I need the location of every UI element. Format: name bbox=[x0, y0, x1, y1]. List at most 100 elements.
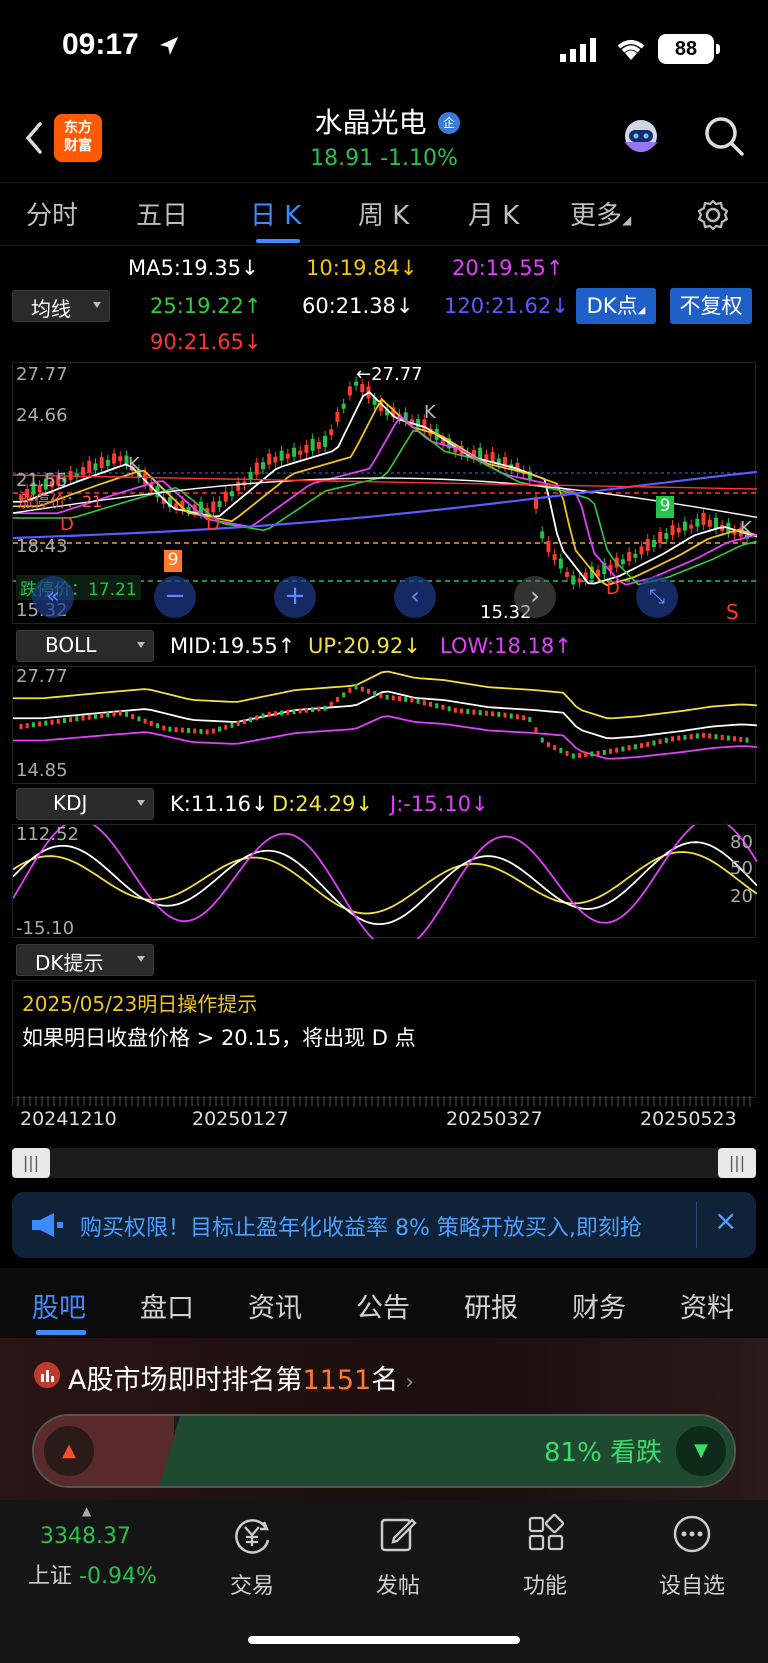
boll-candle bbox=[608, 748, 612, 754]
boll-candle bbox=[199, 728, 203, 734]
bearish-vote-icon[interactable]: ▼ bbox=[676, 1426, 726, 1476]
kline-candle-body bbox=[347, 386, 352, 396]
dk-point-label: DK点 bbox=[586, 294, 638, 318]
tab-more[interactable]: 更多◢ bbox=[570, 195, 631, 232]
range-handle-right[interactable]: ||| bbox=[718, 1148, 756, 1178]
tab-guba[interactable]: 股吧 bbox=[32, 1286, 86, 1325]
boll-candle bbox=[360, 686, 364, 692]
kdj-selector-dropdown[interactable]: KDJ bbox=[16, 788, 154, 820]
nav-trade[interactable]: 交易 bbox=[197, 1568, 307, 1600]
kline-candle-body bbox=[105, 459, 110, 466]
kline-candle-body bbox=[577, 578, 582, 583]
nav-post[interactable]: 发帖 bbox=[343, 1568, 453, 1600]
ma120-value: 120:21.62↓ bbox=[444, 294, 569, 318]
boll-candle bbox=[218, 726, 222, 732]
boll-chart-svg bbox=[13, 670, 758, 760]
search-icon[interactable] bbox=[702, 114, 746, 158]
no-adjust-button[interactable]: 不复权 bbox=[670, 288, 752, 324]
tab-research[interactable]: 研报 bbox=[464, 1286, 518, 1325]
kline-candle-body bbox=[645, 538, 650, 551]
caret-down-icon bbox=[137, 642, 145, 648]
boll-candle bbox=[100, 713, 104, 719]
kline-candle-body bbox=[68, 470, 73, 480]
range-scroller[interactable] bbox=[12, 1148, 756, 1178]
index-summary[interactable]: 上证 -0.94% bbox=[28, 1558, 157, 1590]
ma90-line bbox=[12, 474, 758, 490]
zoom-in-icon[interactable]: + bbox=[274, 576, 316, 618]
kline-candle-body bbox=[323, 435, 328, 447]
tab-weekly-k[interactable]: 周 K bbox=[358, 195, 409, 232]
tab-intraday[interactable]: 分时 bbox=[26, 195, 78, 232]
fullscreen-icon[interactable]: ⤡ bbox=[636, 576, 678, 618]
kline-candle-body bbox=[254, 462, 259, 475]
boll-candle bbox=[137, 716, 141, 722]
tab-daily-k[interactable]: 日 K bbox=[250, 195, 301, 232]
tab-five-day[interactable]: 五日 bbox=[136, 195, 188, 232]
market-rank-card[interactable]: A股市场即时排名第1151名 › ▲ 81% 看跌 ▼ bbox=[0, 1338, 768, 1500]
tab-finance[interactable]: 财务 bbox=[572, 1286, 626, 1325]
scroll-left-icon[interactable]: ‹ bbox=[394, 576, 436, 618]
promo-banner-text: 购买权限！目标止盈年化收益率 8% 策略开放买入,即刻抢 bbox=[80, 1216, 642, 1241]
boll-candle bbox=[143, 718, 147, 724]
boll-low-line bbox=[13, 715, 758, 760]
boll-selector-dropdown[interactable]: BOLL bbox=[16, 630, 154, 662]
boll-candle bbox=[677, 735, 681, 741]
nav-functions[interactable]: 功能 bbox=[490, 1568, 600, 1600]
boll-candle bbox=[193, 728, 197, 734]
ma5-value: MA5:19.35↓ bbox=[128, 256, 259, 280]
functions-grid-icon[interactable] bbox=[526, 1514, 566, 1554]
kline-candle-body bbox=[558, 558, 563, 569]
boll-candle bbox=[124, 711, 128, 717]
range-handle-left[interactable]: ||| bbox=[12, 1148, 50, 1178]
ma-selector-dropdown[interactable]: 均线 bbox=[12, 290, 110, 322]
scroll-right-icon[interactable]: › bbox=[514, 576, 556, 618]
zoom-out-icon[interactable]: − bbox=[154, 576, 196, 618]
boll-candle bbox=[621, 746, 625, 752]
kline-candle-body bbox=[707, 519, 712, 527]
kdj-chart-panel[interactable] bbox=[12, 817, 758, 952]
dk-tip-dropdown[interactable]: DK提示 bbox=[16, 944, 154, 976]
boll-candle bbox=[323, 705, 327, 711]
boll-candle bbox=[62, 718, 66, 724]
boll-candle bbox=[546, 742, 550, 748]
boll-candle bbox=[416, 698, 420, 704]
kline-candle-body bbox=[571, 575, 576, 585]
boll-candle bbox=[230, 722, 234, 728]
kline-candle-body bbox=[620, 559, 625, 565]
bullish-vote-icon[interactable]: ▲ bbox=[44, 1426, 94, 1476]
boll-chart-panel[interactable] bbox=[12, 666, 758, 784]
tab-monthly-k[interactable]: 月 K bbox=[468, 195, 519, 232]
boll-candle bbox=[398, 696, 402, 702]
settings-gear-icon[interactable] bbox=[696, 198, 730, 232]
cellular-signal-icon bbox=[560, 38, 596, 62]
robot-assistant-icon[interactable] bbox=[616, 112, 666, 162]
boll-candle bbox=[342, 692, 346, 698]
index-value[interactable]: 3348.37 bbox=[40, 1524, 131, 1549]
boll-candle bbox=[156, 723, 160, 729]
ma20-value: 20:19.55↑ bbox=[452, 256, 564, 280]
expand-caret-icon[interactable]: ▲ bbox=[82, 1504, 91, 1518]
boll-candle bbox=[509, 713, 513, 719]
kdj-k-line bbox=[12, 841, 758, 926]
kline-candle-body bbox=[341, 403, 346, 409]
tab-news[interactable]: 资讯 bbox=[248, 1286, 302, 1325]
boll-candle bbox=[733, 736, 737, 742]
nine-turn-sell-badge: 9 bbox=[656, 496, 674, 518]
nav-watchlist[interactable]: 设自选 bbox=[637, 1568, 747, 1600]
nine-turn-buy-badge: 9 bbox=[164, 550, 182, 572]
dk-point-button[interactable]: DK点◢ bbox=[576, 288, 656, 324]
tab-pankou[interactable]: 盘口 bbox=[140, 1286, 194, 1325]
promo-banner[interactable]: 购买权限！目标止盈年化收益率 8% 策略开放买入,即刻抢 × bbox=[12, 1192, 756, 1258]
trade-yen-icon[interactable] bbox=[230, 1514, 274, 1558]
tab-profile[interactable]: 资料 bbox=[680, 1286, 734, 1325]
close-icon[interactable]: × bbox=[714, 1204, 737, 1237]
info-tabs: 股吧 盘口 资讯 公告 研报 财务 资料 bbox=[0, 1268, 768, 1338]
rank-chart-icon bbox=[34, 1362, 60, 1388]
post-edit-icon[interactable] bbox=[378, 1514, 418, 1554]
boll-candle bbox=[739, 736, 743, 742]
boll-candle bbox=[242, 719, 246, 725]
stock-name-text: 水晶光电 bbox=[314, 106, 427, 139]
watchlist-more-icon[interactable] bbox=[672, 1514, 712, 1554]
scroll-to-start-icon[interactable]: « bbox=[32, 576, 74, 618]
tab-announcement[interactable]: 公告 bbox=[356, 1286, 410, 1325]
